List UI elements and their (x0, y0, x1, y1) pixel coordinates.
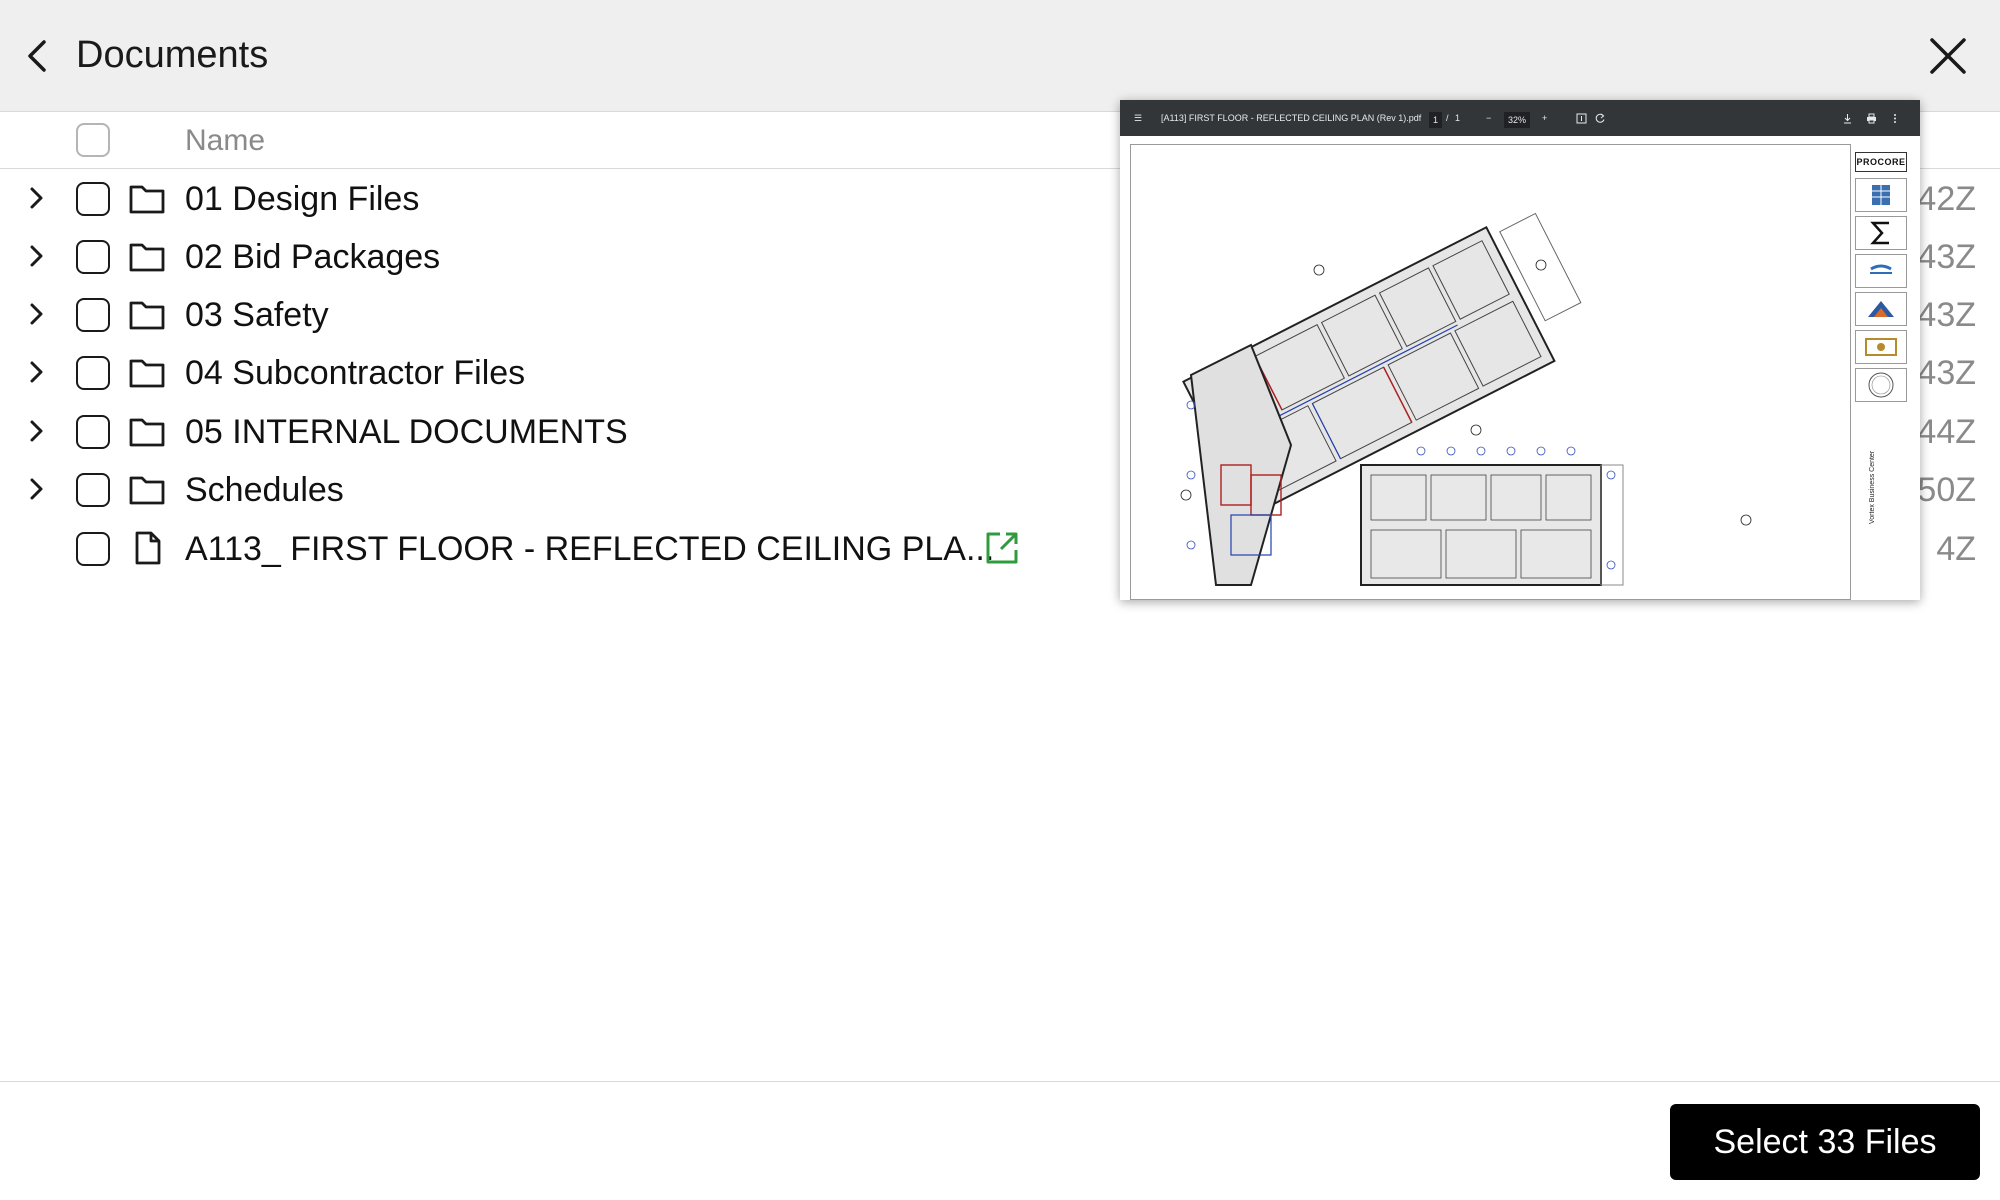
pdf-toolbar: ☰ [A113] FIRST FLOOR - REFLECTED CEILING… (1120, 100, 1920, 136)
select-files-button[interactable]: Select 33 Files (1670, 1104, 1980, 1180)
download-icon[interactable] (1842, 113, 1853, 124)
floor-plan-drawing (1180, 212, 1752, 586)
folder-icon (129, 185, 165, 214)
row-name[interactable]: 05 INTERNAL DOCUMENTS (185, 411, 628, 453)
chevron-right-icon[interactable] (22, 416, 52, 446)
chevron-right-icon[interactable] (22, 474, 52, 504)
pdf-preview-popup[interactable]: ☰ [A113] FIRST FLOOR - REFLECTED CEILING… (1120, 100, 1920, 600)
row-name[interactable]: 04 Subcontractor Files (185, 352, 525, 394)
row-date: 43Z (1917, 238, 1976, 276)
page-total: 1 (1455, 113, 1461, 123)
folder-icon (129, 359, 165, 388)
zoom-out-button[interactable]: − (1486, 100, 1491, 136)
row-checkbox[interactable] (76, 356, 110, 390)
zoom-in-button[interactable]: + (1542, 100, 1547, 136)
row-checkbox[interactable] (76, 182, 110, 216)
row-name[interactable]: Schedules (185, 469, 344, 511)
fit-page-icon[interactable] (1576, 113, 1587, 124)
close-icon[interactable] (1926, 34, 1970, 78)
row-date: 4Z (1936, 530, 1976, 568)
row-date: 50Z (1917, 471, 1976, 509)
file-icon (135, 531, 161, 565)
external-link-icon[interactable] (982, 528, 1022, 568)
procore-logo: PROCORE (1855, 152, 1907, 172)
print-icon[interactable] (1866, 113, 1877, 124)
chevron-right-icon[interactable] (22, 241, 52, 271)
row-checkbox[interactable] (76, 473, 110, 507)
chevron-right-icon[interactable] (22, 183, 52, 213)
folder-icon (129, 476, 165, 505)
page-current[interactable]: 1 (1429, 112, 1443, 128)
more-vertical-icon[interactable] (1892, 113, 1898, 124)
folder-icon (129, 418, 165, 447)
row-checkbox[interactable] (76, 240, 110, 274)
folder-icon (129, 243, 165, 272)
row-checkbox[interactable] (76, 532, 110, 566)
row-date: 43Z (1917, 354, 1976, 392)
pdf-page (1130, 144, 1910, 600)
row-checkbox[interactable] (76, 298, 110, 332)
mep-logo-icon (1855, 254, 1907, 288)
menu-icon[interactable]: ☰ (1134, 100, 1142, 136)
zoom-level[interactable]: 32% (1504, 112, 1531, 128)
titleblock-project-name: Vortex Business Center (1869, 450, 1876, 524)
name-column-header[interactable]: Name (185, 121, 265, 161)
row-name[interactable]: 02 Bid Packages (185, 236, 440, 278)
page-separator: / (1446, 113, 1449, 123)
pdf-filename: [A113] FIRST FLOOR - REFLECTED CEILING P… (1161, 113, 1422, 123)
chevron-left-icon[interactable] (18, 32, 58, 80)
chevron-right-icon[interactable] (22, 299, 52, 329)
sigma-logo-icon (1855, 216, 1907, 250)
select-all-checkbox[interactable] (76, 123, 110, 157)
chevron-right-icon[interactable] (22, 357, 52, 387)
row-date: 44Z (1917, 413, 1976, 451)
row-date: 42Z (1917, 180, 1976, 218)
electrical-logo-icon (1855, 292, 1907, 326)
modal-footer: Select 33 Files (0, 1081, 2000, 1200)
rotate-icon[interactable] (1595, 113, 1606, 124)
page-title: Documents (76, 34, 269, 76)
row-name[interactable]: 03 Safety (185, 294, 329, 336)
seal-stamp-icon (1855, 368, 1907, 402)
drawing-titleblock: PROCORE Vortex Business Center (1850, 144, 1910, 600)
building-logo-icon (1855, 178, 1907, 212)
contractor-logo-icon (1855, 330, 1907, 364)
row-checkbox[interactable] (76, 415, 110, 449)
folder-icon (129, 301, 165, 330)
row-date: 43Z (1917, 296, 1976, 334)
modal-header: Documents (0, 0, 2000, 112)
row-name[interactable]: A113_ FIRST FLOOR - REFLECTED CEILING PL… (185, 528, 994, 570)
row-name[interactable]: 01 Design Files (185, 178, 419, 220)
